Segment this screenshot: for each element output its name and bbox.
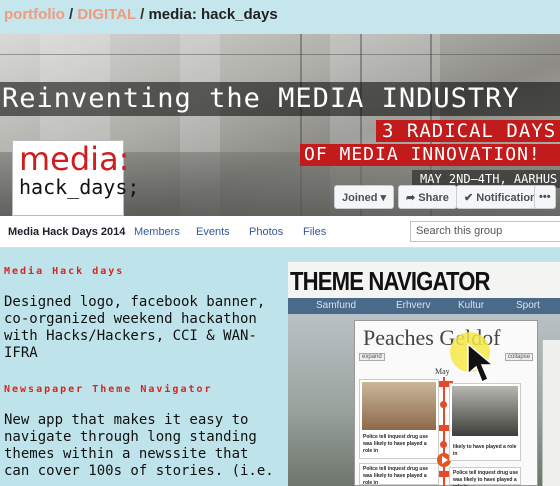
story-photo [362, 382, 436, 430]
logo-text-media: media: [19, 140, 130, 178]
joined-button[interactable]: Joined ▾ [334, 185, 395, 209]
banner-subhead-1: 3 RADICAL DAYS [376, 120, 560, 142]
timeline-line [443, 377, 445, 486]
story-caption: Police tell inquest drug use was likely … [363, 466, 429, 486]
breadcrumb-digital[interactable]: DIGITAL [77, 6, 136, 23]
nav-item-erhverv[interactable]: Erhverv [396, 300, 430, 311]
theme-navigator-title: THEME NAVIGATOR [290, 266, 491, 296]
tab-files[interactable]: Files [303, 226, 326, 238]
story-card[interactable]: Police tell inquest drug use was likely … [449, 467, 521, 486]
share-button[interactable]: ➦ Share [398, 185, 457, 209]
section-text-media-hack-days: Designed logo, facebook banner, co-organ… [4, 294, 266, 361]
breadcrumb-portfolio[interactable]: portfolio [4, 6, 65, 23]
nav-item-sport[interactable]: Sport [516, 300, 540, 311]
mouse-cursor-icon [467, 342, 496, 384]
expand-button[interactable]: expand [359, 353, 385, 361]
theme-navigator-screenshot[interactable]: THEME NAVIGATOR Samfund Erhverv Kultur S… [288, 262, 560, 486]
window-frame [0, 54, 560, 55]
section-heading-theme-navigator: Newsapaper Theme Navigator [4, 384, 213, 395]
group-tab-bar: Media Hack Days 2014 Members Events Phot… [0, 216, 560, 248]
logo-text-hackdays: hack_days; [19, 175, 140, 199]
section-heading-media-hack-days: Media Hack days [4, 266, 125, 277]
banner-subhead-2: OF MEDIA INNOVATION! [300, 144, 560, 166]
breadcrumb: portfolio / DIGITAL / media: hack_days [0, 0, 560, 34]
side-panel [542, 340, 560, 486]
more-button[interactable]: ••• [534, 185, 556, 209]
story-caption: Police tell inquest drug use was likely … [363, 434, 429, 454]
story-caption: Police tell inquest drug use was likely … [453, 470, 519, 486]
timeline-dot[interactable] [440, 441, 447, 448]
timeline-dot[interactable] [440, 401, 447, 408]
breadcrumb-separator: / [135, 6, 149, 23]
group-title[interactable]: Media Hack Days 2014 [8, 226, 125, 238]
story-card[interactable]: likely to have played a role in [449, 383, 521, 461]
breadcrumb-current: media: hack_days [148, 6, 278, 23]
site-nav-bar: Samfund Erhverv Kultur Sport [288, 298, 560, 314]
navigator-panel: Peaches Geldof expand collapse May Polic… [354, 320, 538, 486]
nav-item-samfund[interactable]: Samfund [316, 300, 356, 311]
section-text-theme-navigator: New app that makes it easy to navigate t… [4, 412, 274, 479]
tab-members[interactable]: Members [134, 226, 180, 238]
story-card[interactable]: Police tell inquest drug use was likely … [359, 463, 439, 486]
tab-events[interactable]: Events [196, 226, 230, 238]
banner-headline: Reinventing the MEDIA INDUSTRY [0, 82, 560, 116]
breadcrumb-separator: / [64, 6, 78, 23]
group-search-input[interactable]: Search this group [410, 221, 560, 242]
collapse-button[interactable]: collapse [505, 353, 534, 361]
story-photo [452, 386, 518, 436]
story-caption: likely to have played a role in [453, 444, 517, 457]
tab-photos[interactable]: Photos [249, 226, 283, 238]
nav-item-kultur[interactable]: Kultur [458, 300, 484, 311]
group-logo[interactable]: media: hack_days; [12, 140, 140, 216]
story-card[interactable]: Police tell inquest drug use was likely … [359, 379, 439, 459]
timeline-month: May [435, 367, 450, 376]
